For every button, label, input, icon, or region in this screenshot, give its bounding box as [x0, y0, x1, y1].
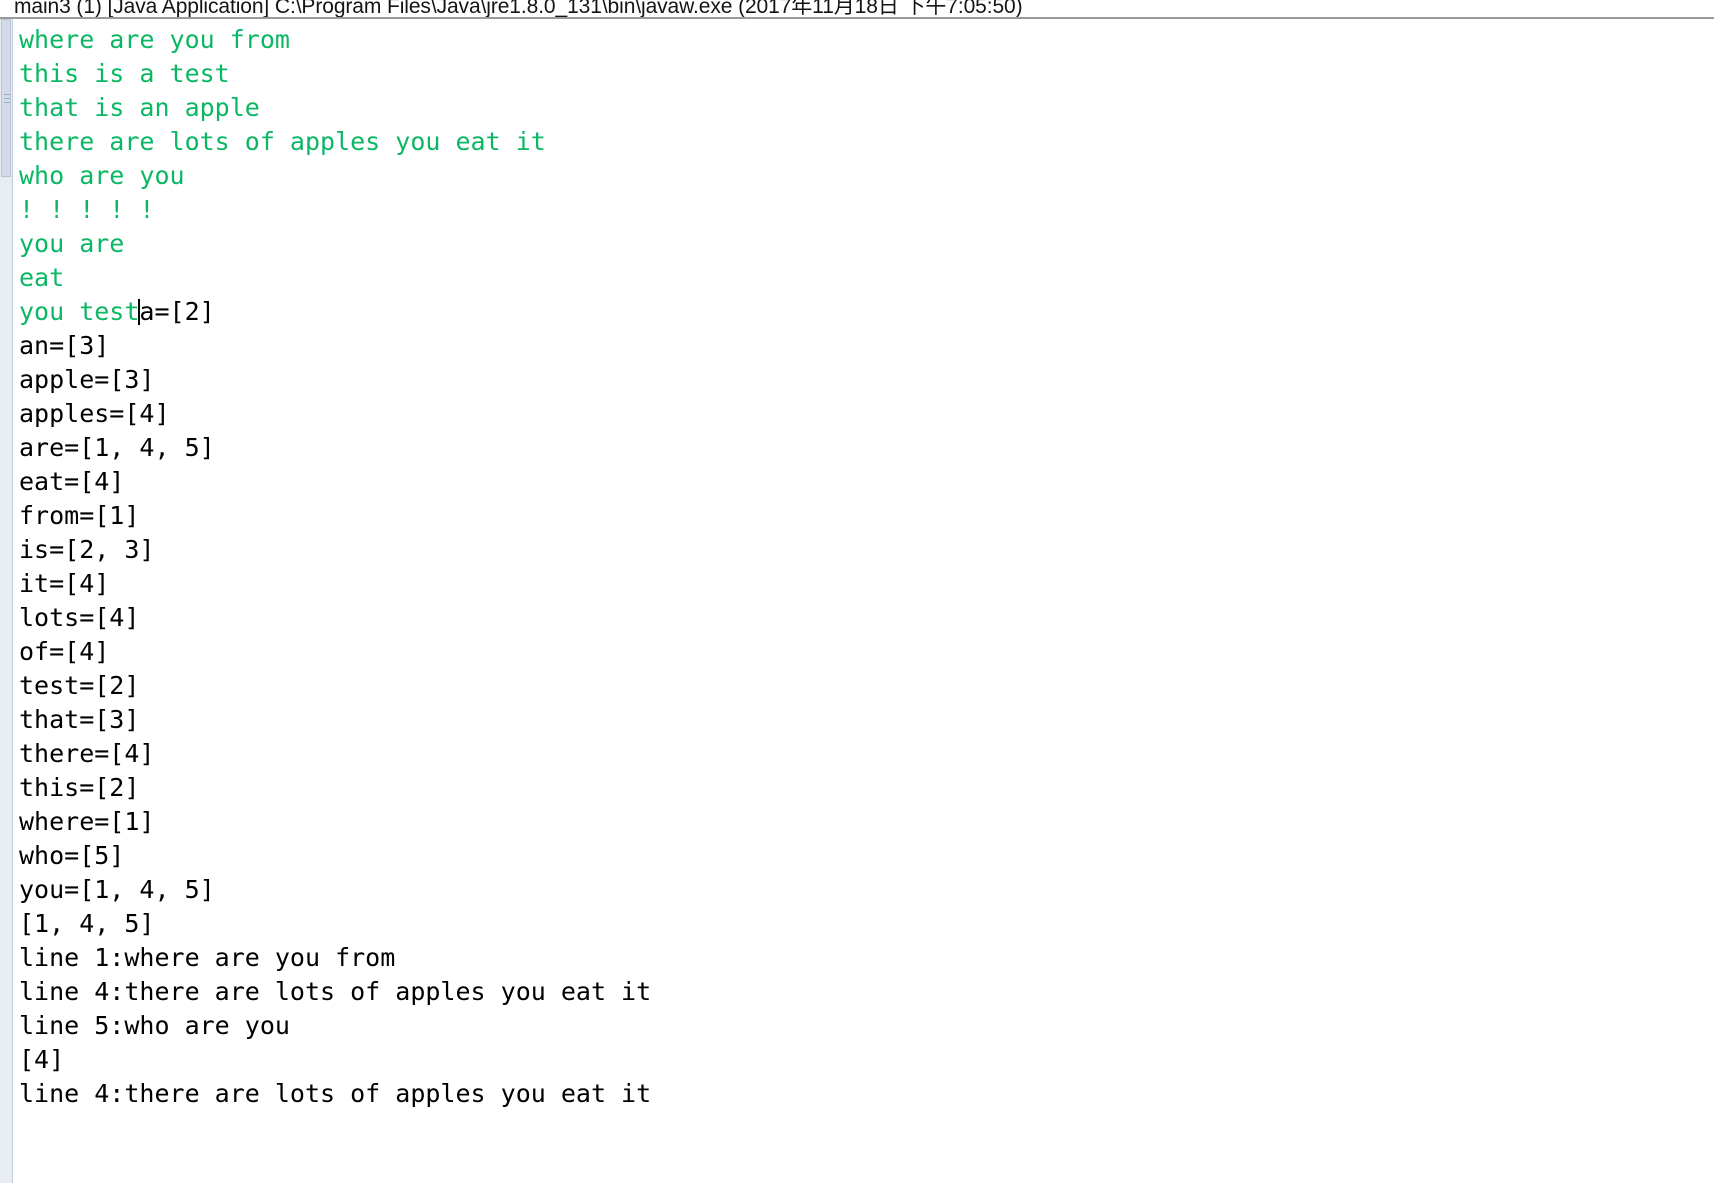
console-line: line 5:who are you: [14, 1009, 1714, 1043]
console-line-text: [1, 4, 5]: [19, 909, 155, 938]
console-line-text: that is an apple: [19, 93, 260, 122]
console-line: ! ! ! ! !: [14, 193, 1714, 227]
console-line-tail-text: a=[2]: [139, 297, 215, 326]
console-line: lots=[4]: [14, 601, 1714, 635]
console-line-text: where=[1]: [19, 807, 155, 836]
console-line-text: this=[2]: [19, 773, 140, 802]
scrollbar-thumb[interactable]: [1, 19, 11, 177]
console-line: that is an apple: [14, 91, 1714, 125]
console-line: from=[1]: [14, 499, 1714, 533]
console-line: an=[3]: [14, 329, 1714, 363]
console-line-text: where are you from: [19, 25, 290, 54]
window-title-bar: main3 (1) [Java Application] C:\Program …: [0, 0, 1714, 17]
console-line-text: is=[2, 3]: [19, 535, 155, 564]
console-line: this=[2]: [14, 771, 1714, 805]
console-line-text: from=[1]: [19, 501, 140, 530]
console-line-text: line 4:there are lots of apples you eat …: [19, 1079, 652, 1108]
console-line-text: there are lots of apples you eat it: [19, 127, 546, 156]
console-line: it=[4]: [14, 567, 1714, 601]
console-line: there are lots of apples you eat it: [14, 125, 1714, 159]
console-line-text: that=[3]: [19, 705, 140, 734]
console-line: [1, 4, 5]: [14, 907, 1714, 941]
console-line: that=[3]: [14, 703, 1714, 737]
console-line: where=[1]: [14, 805, 1714, 839]
java-console-window: main3 (1) [Java Application] C:\Program …: [0, 0, 1714, 1183]
console-line-text: line 1:where are you from: [19, 943, 396, 972]
console-output-area[interactable]: where are you from this is a test that is …: [14, 19, 1714, 1183]
console-line: eat: [14, 261, 1714, 295]
console-line-text: you=[1, 4, 5]: [19, 875, 215, 904]
console-line-text: ! ! ! ! !: [19, 195, 155, 224]
console-line-text: line 5:who are you: [19, 1011, 290, 1040]
console-line-text: an=[3]: [19, 331, 110, 360]
console-line: where are you from: [14, 23, 1714, 57]
console-line-text: apples=[4]: [19, 399, 170, 428]
console-line: there=[4]: [14, 737, 1714, 771]
console-line-text: are=[1, 4, 5]: [19, 433, 215, 462]
console-line-text: apple=[3]: [19, 365, 155, 394]
console-line: line 4:there are lots of apples you eat …: [14, 1077, 1714, 1111]
console-line: you testa=[2]: [14, 295, 1714, 329]
console-line-text: eat: [19, 263, 65, 292]
console-line: are=[1, 4, 5]: [14, 431, 1714, 465]
console-line-text: you test: [19, 297, 140, 326]
console-line: apples=[4]: [14, 397, 1714, 431]
console-line-text: there=[4]: [19, 739, 155, 768]
console-line-text: this is a test: [19, 59, 230, 88]
console-line: apple=[3]: [14, 363, 1714, 397]
console-line: line 1:where are you from: [14, 941, 1714, 975]
console-line-text: eat=[4]: [19, 467, 125, 496]
console-line: line 4:there are lots of apples you eat …: [14, 975, 1714, 1009]
console-line-text: who are you: [19, 161, 185, 190]
console-line-text: test=[2]: [19, 671, 140, 700]
console-line-text: it=[4]: [19, 569, 110, 598]
console-line: you=[1, 4, 5]: [14, 873, 1714, 907]
console-line: of=[4]: [14, 635, 1714, 669]
console-line-text: of=[4]: [19, 637, 110, 666]
console-line-text: you are: [19, 229, 125, 258]
console-line-text: who=[5]: [19, 841, 125, 870]
console-line: who are you: [14, 159, 1714, 193]
console-line: test=[2]: [14, 669, 1714, 703]
console-line: you are: [14, 227, 1714, 261]
window-title: main3 (1) [Java Application] C:\Program …: [14, 0, 1023, 17]
console-line: who=[5]: [14, 839, 1714, 873]
console-line: eat=[4]: [14, 465, 1714, 499]
console-line: this is a test: [14, 57, 1714, 91]
console-line-text: lots=[4]: [19, 603, 140, 632]
console-line: is=[2, 3]: [14, 533, 1714, 567]
console-line-text: [4]: [19, 1045, 65, 1074]
console-line: [4]: [14, 1043, 1714, 1077]
console-line-text: line 4:there are lots of apples you eat …: [19, 977, 652, 1006]
vertical-scrollbar[interactable]: [0, 19, 13, 1183]
